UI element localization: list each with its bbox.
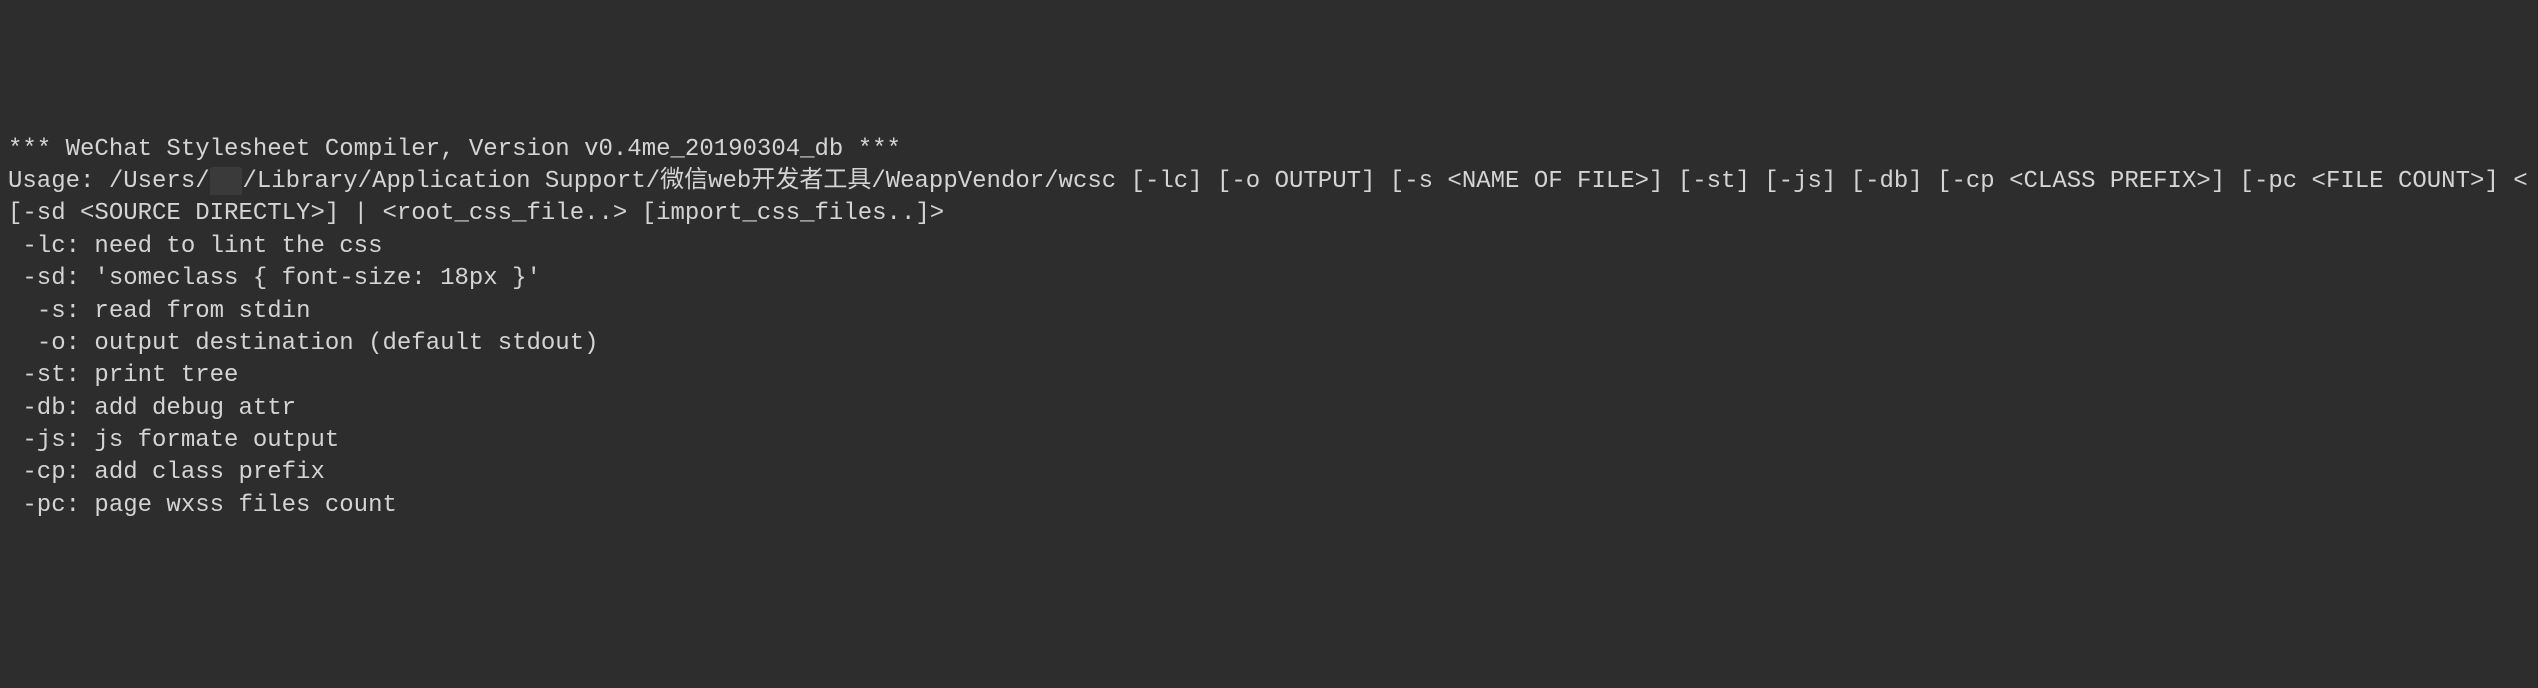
option-line: -js: js formate output bbox=[8, 425, 2530, 457]
option-flag: -db: bbox=[8, 395, 80, 422]
option-desc: page wxss files count bbox=[80, 492, 397, 519]
option-flag: -s: bbox=[8, 298, 80, 325]
option-desc: js formate output bbox=[80, 427, 339, 454]
option-flag: -pc: bbox=[8, 492, 80, 519]
option-desc: output destination (default stdout) bbox=[80, 330, 598, 357]
option-flag: -js: bbox=[8, 427, 80, 454]
option-desc: add debug attr bbox=[80, 395, 296, 422]
option-line: -pc: page wxss files count bbox=[8, 490, 2530, 522]
option-line: -s: read from stdin bbox=[8, 296, 2530, 328]
option-flag: -o: bbox=[8, 330, 80, 357]
option-line: -sd: 'someclass { font-size: 18px }' bbox=[8, 263, 2530, 295]
option-desc: need to lint the css bbox=[80, 233, 382, 260]
option-line: -o: output destination (default stdout) bbox=[8, 328, 2530, 360]
option-flag: -lc: bbox=[8, 233, 80, 260]
redacted-username: ██ bbox=[210, 168, 243, 195]
usage-line: Usage: /Users/██/Library/Application Sup… bbox=[8, 166, 2530, 231]
usage-suffix: /Library/Application Support/微信web开发者工具/… bbox=[8, 168, 2528, 227]
option-flag: -sd: bbox=[8, 265, 80, 292]
option-line: -lc: need to lint the css bbox=[8, 231, 2530, 263]
option-flag: -st: bbox=[8, 362, 80, 389]
usage-prefix: Usage: /Users/ bbox=[8, 168, 210, 195]
option-desc: read from stdin bbox=[80, 298, 310, 325]
option-desc: add class prefix bbox=[80, 459, 325, 486]
option-line: -cp: add class prefix bbox=[8, 457, 2530, 489]
option-line: -db: add debug attr bbox=[8, 393, 2530, 425]
option-desc: print tree bbox=[80, 362, 238, 389]
option-line: -st: print tree bbox=[8, 360, 2530, 392]
terminal-output: *** WeChat Stylesheet Compiler, Version … bbox=[8, 134, 2530, 523]
option-desc: 'someclass { font-size: 18px }' bbox=[80, 265, 541, 292]
option-flag: -cp: bbox=[8, 459, 80, 486]
header-line: *** WeChat Stylesheet Compiler, Version … bbox=[8, 134, 2530, 166]
options-list: -lc: need to lint the css -sd: 'someclas… bbox=[8, 231, 2530, 523]
